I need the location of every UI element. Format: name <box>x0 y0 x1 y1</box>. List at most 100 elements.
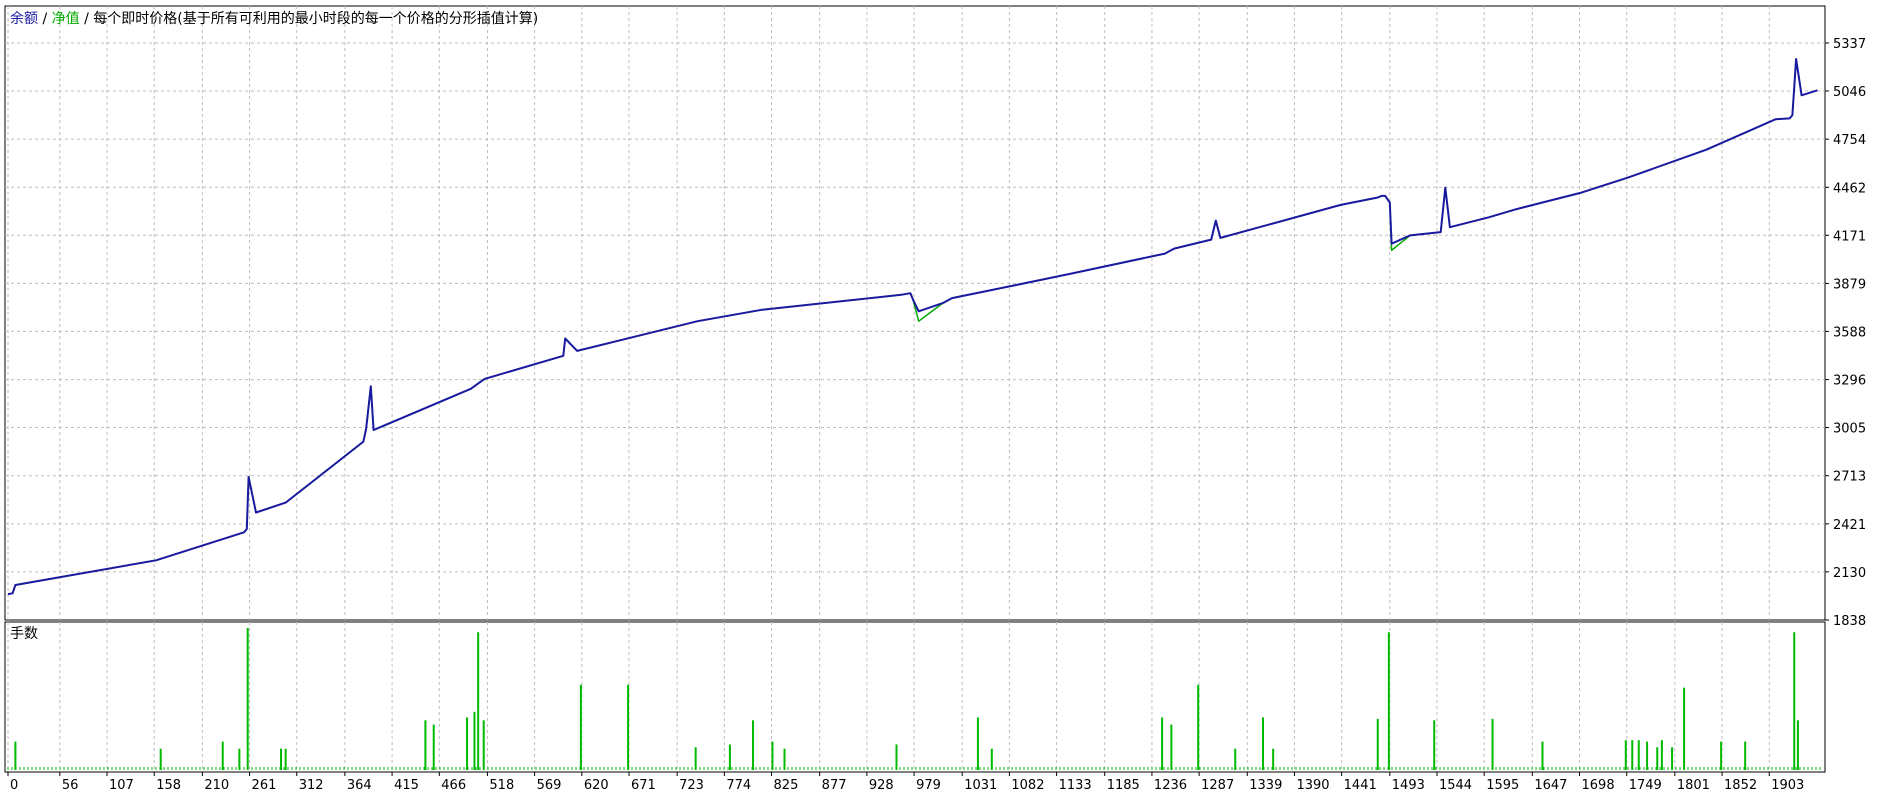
lots-bar <box>1744 741 1747 770</box>
x-tick-label: 364 <box>347 778 372 793</box>
y-tick-label: 4462 <box>1833 181 1866 196</box>
y-tick-label: 5337 <box>1833 37 1866 52</box>
x-tick-label: 1133 <box>1059 778 1092 793</box>
x-tick-label: 1903 <box>1771 778 1804 793</box>
y-axis-ticks: 5337 5046 4754 4462 4171 3879 3588 3296 3005 2713… <box>1825 37 1866 629</box>
x-tick-label: 877 <box>822 778 847 793</box>
x-tick-label: 671 <box>631 778 656 793</box>
x-tick-label: 261 <box>252 778 277 793</box>
lots-bar <box>1637 740 1640 770</box>
lots-bar <box>627 684 630 770</box>
x-tick-label: 774 <box>726 778 751 793</box>
x-tick-label: 518 <box>489 778 514 793</box>
lots-bar <box>1170 724 1173 770</box>
legend-sep-2: / <box>80 11 94 27</box>
y-tick-label: 2130 <box>1833 566 1866 581</box>
lots-bar <box>895 744 898 770</box>
x-tick-label: 1647 <box>1534 778 1567 793</box>
lots-bar <box>1671 747 1674 770</box>
x-tick-label: 1031 <box>964 778 997 793</box>
lots-bar <box>728 744 731 770</box>
lots-bar <box>976 717 979 770</box>
lots-bar <box>246 628 249 770</box>
lots-bar <box>482 720 485 770</box>
x-tick-label: 1287 <box>1201 778 1234 793</box>
lots-bar <box>1646 741 1649 770</box>
y-tick-label: 4754 <box>1833 133 1866 148</box>
lots-panel-title: 手数 <box>10 626 38 642</box>
lots-bar <box>1796 720 1799 770</box>
y-tick-label: 3588 <box>1833 325 1866 340</box>
lots-bar <box>1234 748 1237 770</box>
lots-bar <box>783 748 786 770</box>
y-tick-label: 2713 <box>1833 470 1866 485</box>
x-tick-label: 56 <box>62 778 79 793</box>
lots-bar <box>473 711 476 770</box>
lots-bar <box>477 632 480 770</box>
lots-bar <box>424 720 427 770</box>
x-tick-label: 1698 <box>1582 778 1615 793</box>
y-tick-label: 4171 <box>1833 229 1866 244</box>
lots-bar <box>579 684 582 770</box>
x-tick-label: 620 <box>584 778 609 793</box>
x-tick-label: 466 <box>441 778 466 793</box>
lots-bar <box>1624 740 1627 770</box>
balance-panel-frame <box>4 5 1826 621</box>
x-tick-label: 928 <box>869 778 894 793</box>
legend-sep-1: / <box>38 11 52 27</box>
strategy-tester-graph: 5337 5046 4754 4462 4171 3879 3588 3296 3005 2713… <box>4 5 1866 793</box>
y-tick-label: 3879 <box>1833 277 1866 292</box>
lots-bar <box>432 724 435 770</box>
y-tick-label: 5046 <box>1833 85 1866 100</box>
x-tick-label: 0 <box>10 778 18 793</box>
x-tick-label: 979 <box>916 778 941 793</box>
lots-panel-frame <box>4 621 1826 773</box>
x-tick-label: 1339 <box>1249 778 1282 793</box>
x-tick-label: 312 <box>299 778 324 793</box>
x-tick-label: 158 <box>156 778 181 793</box>
x-tick-label: 1852 <box>1724 778 1757 793</box>
x-tick-label: 723 <box>679 778 704 793</box>
lots-bar <box>221 741 224 770</box>
lots-bar <box>1656 747 1659 770</box>
x-tick-label: 1595 <box>1486 778 1519 793</box>
lots-bar <box>159 748 162 770</box>
x-tick-label: 415 <box>394 778 419 793</box>
lots-bar <box>1197 684 1200 770</box>
legend-header: 余额 / 净值 / 每个即时价格(基于所有可利用的最小时段的每一个价格的分形插值… <box>10 10 538 27</box>
lots-bar <box>694 747 697 770</box>
x-tick-label: 1544 <box>1439 778 1472 793</box>
lots-bar <box>1376 718 1379 770</box>
lots-bar <box>1491 718 1494 770</box>
x-tick-label: 1441 <box>1344 778 1377 793</box>
y-tick-label: 3296 <box>1833 374 1866 389</box>
lots-bar <box>284 748 287 770</box>
lots-bar <box>1660 740 1663 770</box>
x-tick-label: 1493 <box>1392 778 1425 793</box>
x-tick-label: 569 <box>537 778 562 793</box>
lots-bar <box>1433 720 1436 770</box>
legend-balance: 余额 <box>10 10 38 27</box>
legend-description: 每个即时价格(基于所有可利用的最小时段的每一个价格的分形插值计算) <box>93 10 538 27</box>
legend-equity: 净值 <box>52 11 80 27</box>
lots-bar <box>1720 741 1723 770</box>
lots-bar <box>238 748 241 770</box>
x-tick-label: 107 <box>109 778 134 793</box>
lots-bar <box>1387 632 1390 770</box>
lots-bar <box>990 748 993 770</box>
lots-bar <box>466 717 469 770</box>
x-tick-label: 1185 <box>1107 778 1140 793</box>
y-tick-label: 2421 <box>1833 518 1866 533</box>
lots-bar <box>752 720 755 770</box>
y-tick-label: 1838 <box>1833 614 1866 629</box>
x-tick-label: 1236 <box>1154 778 1187 793</box>
x-tick-label: 1390 <box>1296 778 1329 793</box>
lots-bar <box>280 748 283 770</box>
y-tick-label: 3005 <box>1833 422 1866 437</box>
lots-bar <box>1272 748 1275 770</box>
x-tick-label: 1749 <box>1629 778 1662 793</box>
x-axis-ticks: 0 56 107 158 210 261 312 364 415 466 518 569 620 671 7… <box>7 772 1804 793</box>
x-tick-label: 825 <box>774 778 799 793</box>
lots-bar <box>1261 717 1264 770</box>
x-tick-label: 1082 <box>1011 778 1044 793</box>
